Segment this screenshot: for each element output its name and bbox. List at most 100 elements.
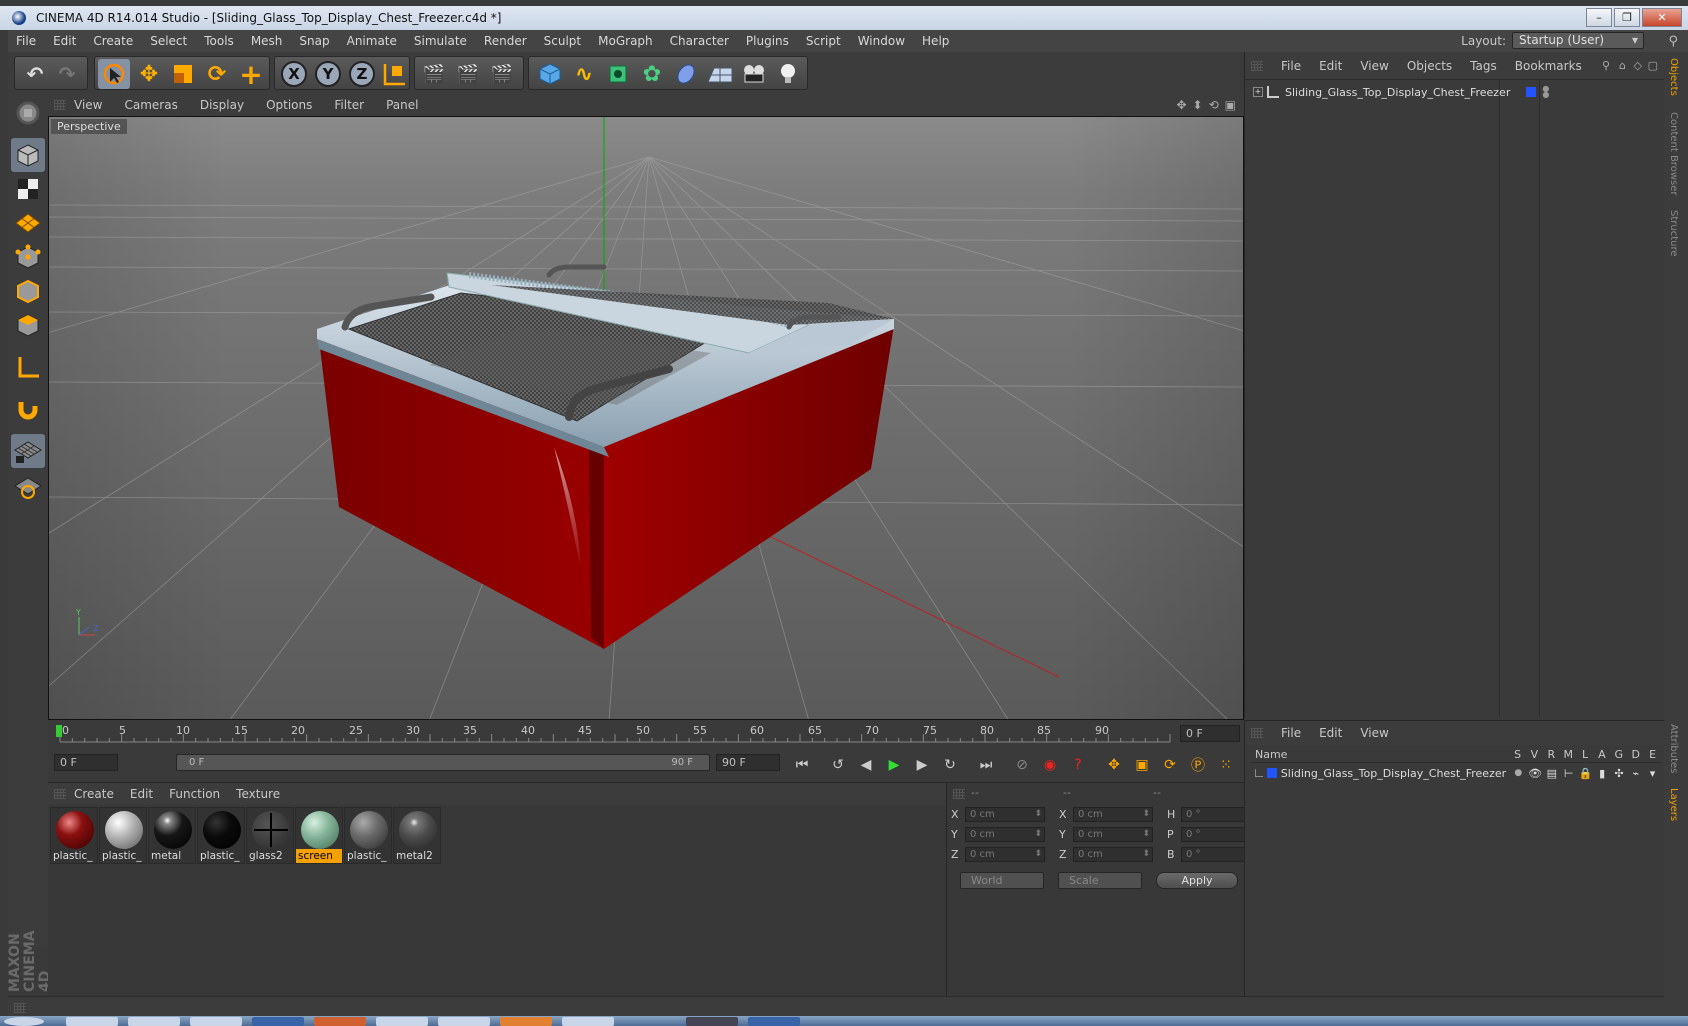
material-menu-create[interactable]: Create (74, 787, 114, 801)
record-settings-icon[interactable]: ⊘ (1008, 752, 1036, 778)
menu-mograph[interactable]: MoGraph (598, 34, 653, 48)
menu-create[interactable]: Create (93, 34, 133, 48)
menu-mesh[interactable]: Mesh (251, 34, 283, 48)
col-locked[interactable]: L (1577, 748, 1594, 761)
menu-select[interactable]: Select (150, 34, 187, 48)
workplane-mode-icon[interactable] (11, 206, 45, 240)
name-column-header[interactable]: Name (1251, 748, 1509, 761)
rotate-icon[interactable]: ⟳ (201, 59, 233, 89)
object-name[interactable]: Sliding_Glass_Top_Display_Chest_Freezer (1285, 86, 1510, 99)
menu-window[interactable]: Window (858, 34, 905, 48)
autokey-help-icon[interactable]: ? (1064, 752, 1092, 778)
menu-sculpt[interactable]: Sculpt (544, 34, 581, 48)
key-rotation-icon[interactable]: ⟳ (1156, 752, 1184, 778)
maximize-view-icon[interactable]: ▣ (1225, 98, 1236, 112)
spline-icon[interactable]: ∿ (568, 59, 600, 89)
restore-button[interactable]: ❐ (1614, 8, 1640, 27)
cube-primitive-icon[interactable] (534, 59, 566, 89)
pos-x-field[interactable]: 0 cm (965, 806, 1045, 822)
tab-attributes[interactable]: Attributes (1668, 724, 1679, 773)
panel-grip-icon[interactable] (14, 1003, 26, 1013)
apply-button[interactable]: Apply (1156, 872, 1238, 889)
minimize-button[interactable]: – (1586, 8, 1612, 27)
panel-grip-icon[interactable] (1251, 61, 1263, 71)
object-menu-objects[interactable]: Objects (1407, 59, 1452, 73)
col-solo[interactable]: S (1509, 748, 1526, 761)
col-generators[interactable]: G (1610, 748, 1627, 761)
expand-icon[interactable]: + (1253, 87, 1263, 97)
search-icon[interactable]: ⚲ (1602, 59, 1610, 72)
array-icon[interactable]: ✿ (636, 59, 668, 89)
play-icon[interactable]: ▶ (880, 752, 908, 778)
viewport-menu-filter[interactable]: Filter (334, 98, 364, 112)
generator-toggle-icon[interactable]: ✣ (1611, 767, 1628, 780)
menu-file[interactable]: File (16, 34, 36, 48)
render-view-icon[interactable]: 🎬 (418, 59, 450, 89)
dolly-view-icon[interactable]: ⬍ (1193, 98, 1203, 112)
taskbar-item[interactable] (128, 1017, 180, 1026)
y-axis-lock-icon[interactable]: Y (312, 59, 344, 89)
viewport-menu-view[interactable]: View (74, 98, 102, 112)
material-swatch[interactable]: glass2 (246, 807, 294, 864)
previous-frame-icon[interactable]: ◀ (852, 752, 880, 778)
layer-menu-edit[interactable]: Edit (1319, 726, 1342, 740)
layer-menu-view[interactable]: View (1360, 726, 1388, 740)
menu-script[interactable]: Script (806, 34, 841, 48)
layer-row[interactable]: Sliding_Glass_Top_Display_Chest_Freezer … (1251, 765, 1661, 781)
viewport-menu-display[interactable]: Display (200, 98, 244, 112)
taskbar-item[interactable] (562, 1017, 614, 1026)
menu-character[interactable]: Character (670, 34, 729, 48)
end-frame-field[interactable]: 90 F (716, 754, 780, 771)
deformer-toggle-icon[interactable]: ⌁ (1627, 767, 1644, 780)
layer-name[interactable]: Sliding_Glass_Top_Display_Chest_Freezer (1281, 767, 1510, 780)
taskbar-item[interactable] (748, 1017, 800, 1026)
material-swatch[interactable]: plastic_ (50, 807, 98, 864)
material-menu-texture[interactable]: Texture (236, 787, 280, 801)
viewport-menu-options[interactable]: Options (266, 98, 312, 112)
x-axis-lock-icon[interactable]: X (278, 59, 310, 89)
material-swatch[interactable]: metal2 (393, 807, 441, 864)
menu-help[interactable]: Help (922, 34, 949, 48)
make-editable-icon[interactable] (11, 96, 45, 130)
object-menu-bookmarks[interactable]: Bookmarks (1515, 59, 1582, 73)
view-toggle-icon[interactable]: 👁 (1527, 767, 1544, 780)
col-deformers[interactable]: D (1627, 748, 1644, 761)
object-menu-tags[interactable]: Tags (1470, 59, 1497, 73)
layer-menu-file[interactable]: File (1281, 726, 1301, 740)
menu-edit[interactable]: Edit (53, 34, 76, 48)
solo-toggle-icon[interactable]: ● (1510, 768, 1527, 778)
taskbar-item[interactable] (376, 1017, 428, 1026)
material-menu-function[interactable]: Function (169, 787, 220, 801)
menu-plugins[interactable]: Plugins (746, 34, 789, 48)
taskbar-item[interactable] (252, 1017, 304, 1026)
material-menu-edit[interactable]: Edit (130, 787, 153, 801)
points-mode-icon[interactable] (11, 240, 45, 274)
col-expressions[interactable]: E (1644, 748, 1661, 761)
col-manager[interactable]: M (1560, 748, 1577, 761)
col-animation[interactable]: A (1594, 748, 1611, 761)
layer-color-icon[interactable] (1526, 87, 1537, 97)
previous-key-icon[interactable]: ↺ (824, 752, 852, 778)
layer-color-icon[interactable] (1266, 768, 1277, 778)
deformer-icon[interactable] (670, 59, 702, 89)
go-to-start-icon[interactable]: ⏮ (788, 752, 816, 778)
viewport-camera-label[interactable]: Perspective (51, 119, 127, 134)
tab-layers[interactable]: Layers (1668, 788, 1679, 821)
expression-toggle-icon[interactable]: ▾ (1644, 767, 1661, 780)
layout-dropdown[interactable]: Startup (User) (1512, 32, 1644, 49)
menu-snap[interactable]: Snap (299, 34, 329, 48)
material-swatch[interactable]: screen (295, 807, 343, 864)
menu-render[interactable]: Render (484, 34, 527, 48)
go-to-end-icon[interactable]: ⏭ (972, 752, 1000, 778)
edges-mode-icon[interactable] (11, 274, 45, 308)
camera-icon[interactable] (738, 59, 770, 89)
lock-toggle-icon[interactable]: 🔒 (1577, 767, 1594, 780)
tab-structure[interactable]: Structure (1668, 210, 1679, 257)
taskbar-item[interactable] (4, 1017, 44, 1026)
material-swatch[interactable]: plastic_ (99, 807, 147, 864)
size-x-field[interactable]: 0 cm (1073, 806, 1153, 822)
menu-simulate[interactable]: Simulate (414, 34, 467, 48)
search-icon[interactable]: ⚲ (1668, 34, 1678, 49)
close-button[interactable]: ✕ (1642, 8, 1682, 27)
orbit-view-icon[interactable]: ⟲ (1209, 98, 1219, 112)
